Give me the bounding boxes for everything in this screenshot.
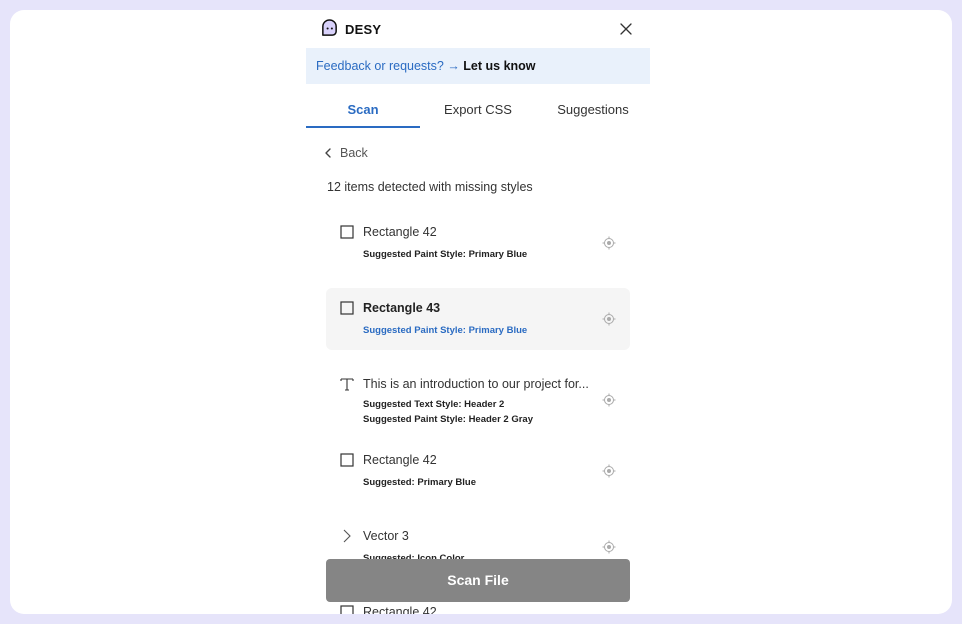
rectangle-icon [340, 225, 354, 239]
feedback-banner: Feedback or requests? → Let us know [306, 48, 650, 84]
rectangle-icon [340, 301, 354, 315]
item-title: This is an introduction to our project f… [363, 377, 589, 391]
item-title: Vector 3 [363, 529, 409, 543]
desy-logo-icon [322, 19, 337, 36]
tab-export-css[interactable]: Export CSS [420, 94, 536, 128]
locate-icon[interactable] [602, 464, 616, 478]
rectangle-icon [340, 605, 354, 614]
scan-file-button[interactable]: Scan File [326, 559, 630, 602]
tab-scan[interactable]: Scan [306, 94, 420, 128]
header: DESY [306, 10, 650, 48]
list-item[interactable]: Rectangle 43 Suggested Paint Style: Prim… [326, 288, 630, 350]
let-us-know-link[interactable]: Let us know [463, 59, 535, 73]
close-icon[interactable] [619, 22, 633, 36]
back-label: Back [340, 146, 368, 160]
item-suggestion: Suggested Paint Style: Header 2 Gray [363, 414, 534, 425]
app-name: DESY [345, 22, 382, 37]
back-button[interactable]: Back [324, 146, 368, 160]
plugin-panel: DESY Feedback or requests? → Let us know… [306, 10, 650, 614]
list-item[interactable]: This is an introduction to our project f… [326, 364, 630, 434]
item-suggestion: Suggested Paint Style: Primary Blue [363, 249, 528, 260]
chevron-left-icon [325, 148, 331, 158]
list-item[interactable]: Rectangle 42 Suggested: Primary Blue [326, 440, 630, 502]
locate-icon[interactable] [602, 393, 616, 407]
vector-icon [343, 529, 351, 543]
locate-icon[interactable] [602, 236, 616, 250]
tab-bar: Scan Export CSS Suggestions [306, 94, 650, 128]
tab-suggestions[interactable]: Suggestions [536, 94, 650, 128]
app-frame: DESY Feedback or requests? → Let us know… [10, 10, 952, 614]
locate-icon[interactable] [602, 540, 616, 554]
scan-summary: 12 items detected with missing styles [327, 180, 533, 194]
item-suggestion: Suggested Text Style: Header 2 [363, 399, 505, 410]
rectangle-icon [340, 453, 354, 467]
item-title: Rectangle 42 [363, 605, 437, 614]
item-title: Rectangle 43 [363, 301, 441, 315]
list-item[interactable]: Rectangle 42 Suggested Paint Style: Prim… [326, 212, 630, 274]
item-title: Rectangle 42 [363, 225, 437, 239]
locate-icon[interactable] [602, 312, 616, 326]
item-suggestion: Suggested: Primary Blue [363, 477, 476, 488]
feedback-lead: Feedback or requests? → [316, 59, 464, 73]
text-icon [340, 378, 354, 391]
item-title: Rectangle 42 [363, 453, 437, 467]
item-suggestion: Suggested Paint Style: Primary Blue [363, 325, 528, 336]
